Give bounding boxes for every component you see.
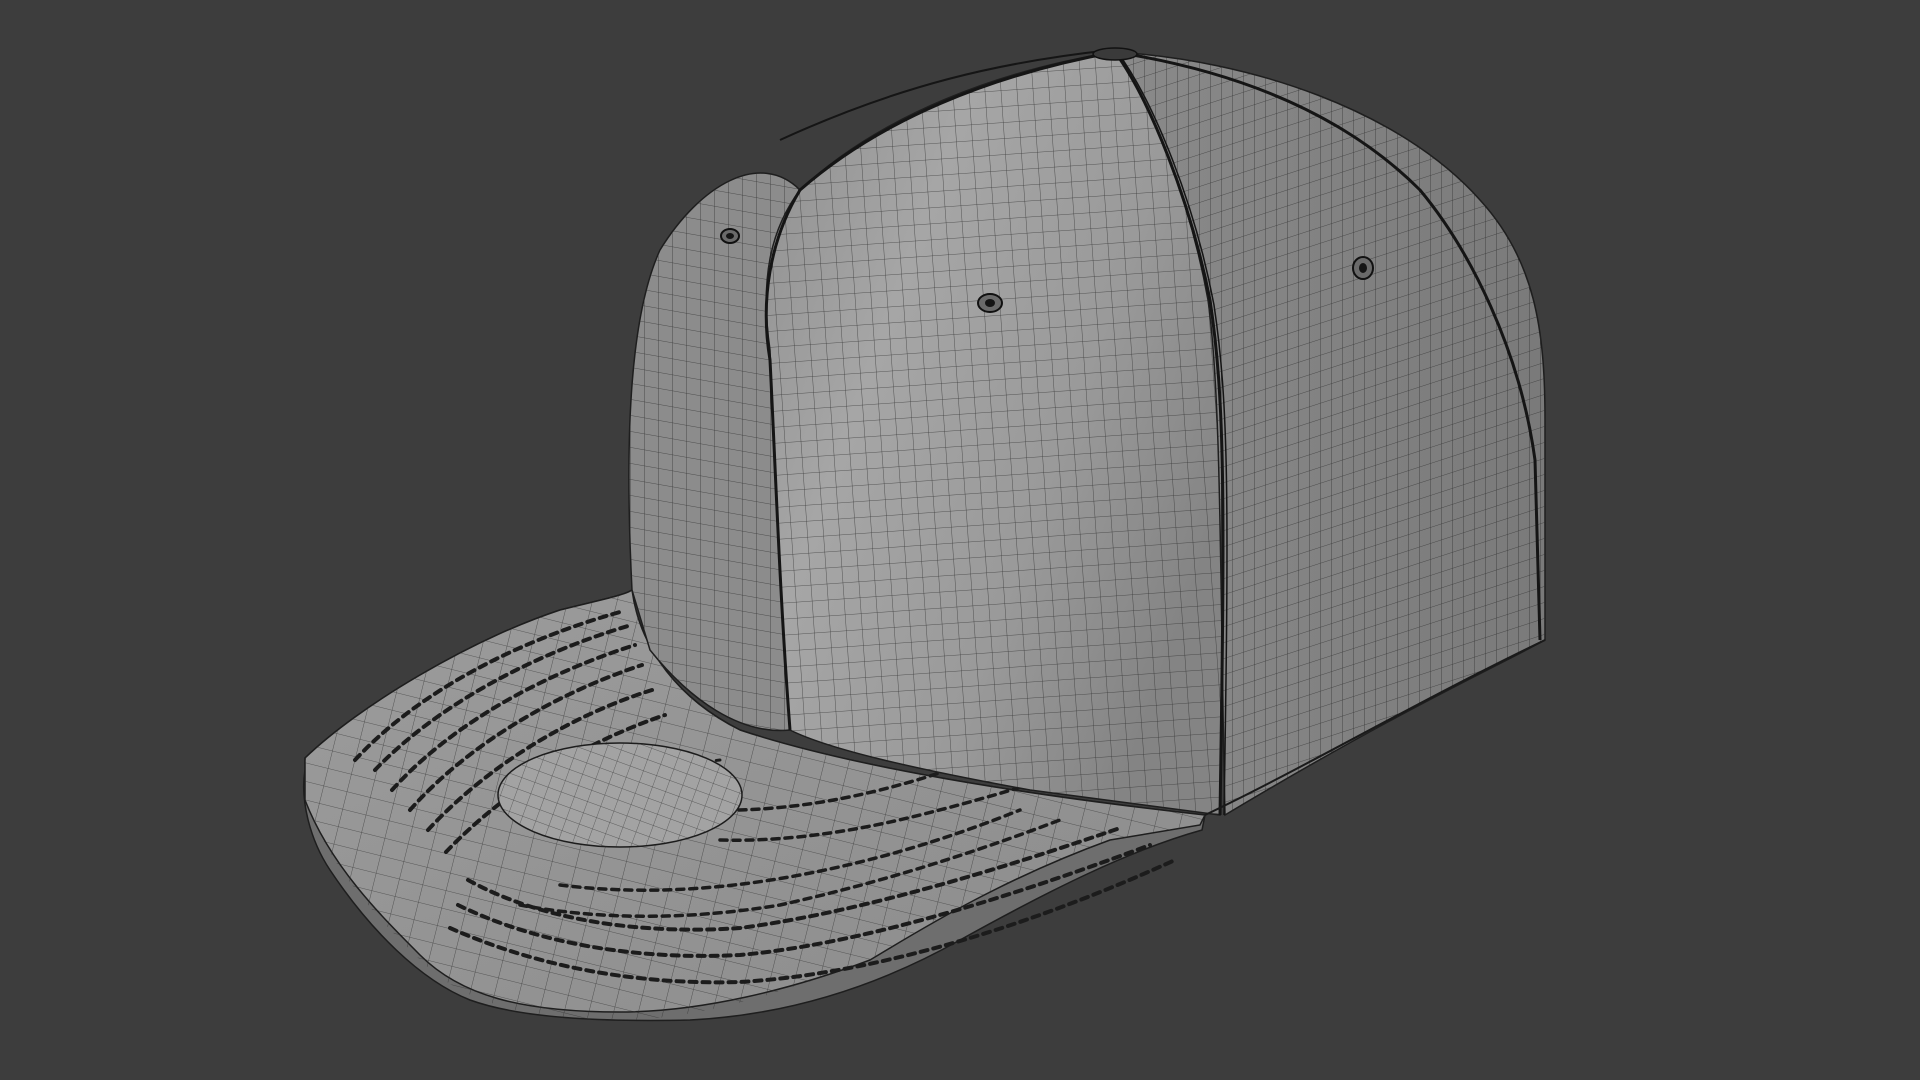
eyelet-icon xyxy=(720,228,740,244)
crown-top-button xyxy=(1092,47,1138,61)
3d-viewport[interactable] xyxy=(0,0,1920,1080)
eyelet-icon xyxy=(977,293,1003,313)
cap-front-panel[interactable] xyxy=(740,40,1240,840)
eyelet-icon xyxy=(1352,256,1374,280)
viewport-canvas[interactable] xyxy=(0,0,1920,1080)
